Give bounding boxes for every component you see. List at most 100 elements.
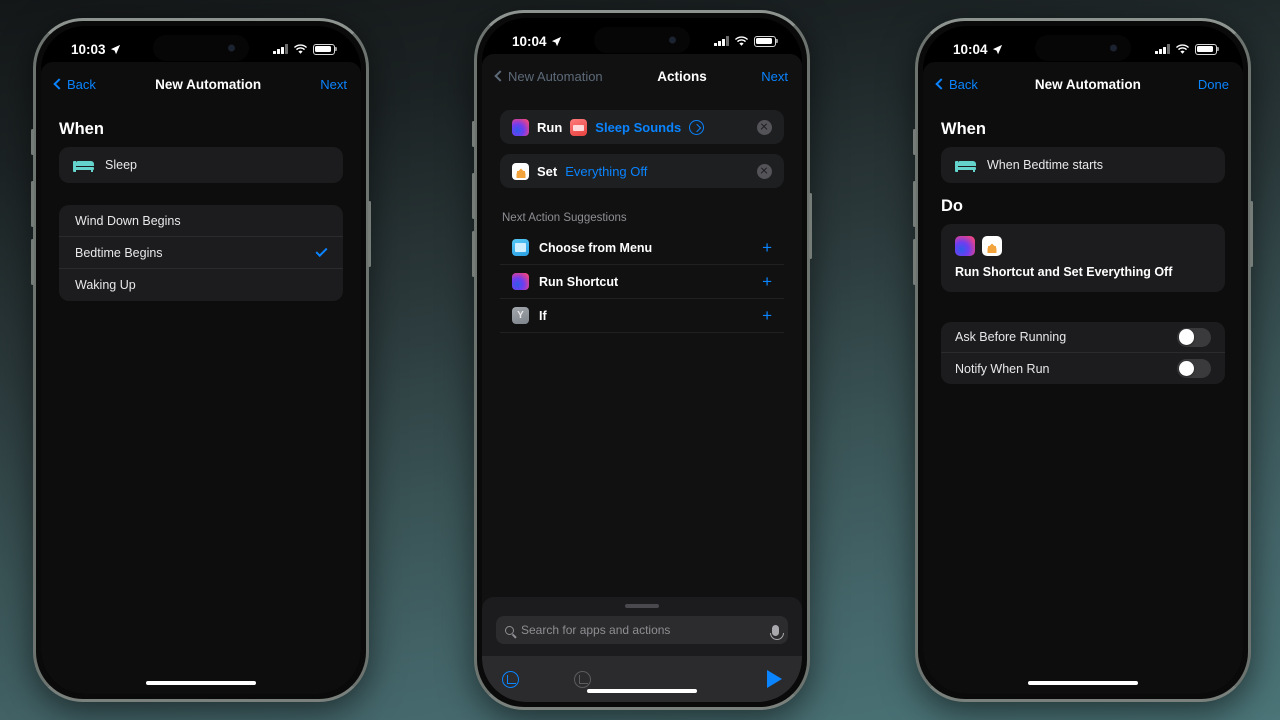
volume-up-button[interactable] [31,181,34,227]
choose-from-menu-icon [512,239,529,256]
sleep-sounds-icon [570,118,588,136]
plus-icon[interactable]: + [762,307,772,324]
do-summary-card[interactable]: Run Shortcut and Set Everything Off [941,224,1225,292]
back-button[interactable]: New Automation [494,68,603,84]
when-trigger-card[interactable]: Sleep [59,147,343,183]
list-item[interactable]: Bedtime Begins [59,237,343,269]
volume-down-button[interactable] [31,239,34,285]
action-item-label[interactable]: Everything Off [565,164,647,179]
battery-icon [1195,43,1217,55]
shortcuts-icon [512,273,529,290]
suggestions-heading: Next Action Suggestions [502,212,627,224]
volume-down-button[interactable] [913,239,916,285]
phone-3-screen: 10:04 Back New Automation Done When When… [923,26,1243,694]
action-row-run[interactable]: Run Sleep Sounds [500,110,784,144]
notify-when-run-switch[interactable] [1177,359,1211,378]
toggle-row-notify-when-run[interactable]: Notify When Run [941,353,1225,384]
status-bar: 10:04 [923,26,1243,66]
search-input[interactable]: Search for apps and actions [496,616,788,644]
remove-circle-icon[interactable] [757,163,772,179]
option-label: Wind Down Begins [75,213,181,228]
chevron-left-icon [494,70,506,82]
sheet-grabber[interactable] [625,604,659,608]
plus-icon[interactable]: + [762,239,772,256]
volume-down-button[interactable] [472,231,475,277]
mute-switch[interactable] [913,129,916,155]
phone-3: 10:04 Back New Automation Done When When… [913,18,1253,702]
phone-1-screen: 10:03 Back New Automation Next When Slee… [41,26,361,694]
suggestion-row[interactable]: Run Shortcut + [500,265,784,299]
home-indicator[interactable] [587,689,697,693]
toggle-row-ask-before-running[interactable]: Ask Before Running [941,322,1225,353]
suggestion-label: If [539,308,547,323]
mute-switch[interactable] [31,129,34,155]
trigger-row[interactable]: When Bedtime starts [941,147,1225,183]
when-heading: When [941,120,986,138]
battery-icon [754,35,776,47]
volume-up-button[interactable] [913,181,916,227]
shortcuts-app-phone-3: Back New Automation Done When When Bedti… [923,62,1243,694]
automation-options-card: Ask Before Running Notify When Run [941,322,1225,384]
toggle-label: Notify When Run [955,361,1050,376]
action-item-label[interactable]: Sleep Sounds [595,120,681,135]
do-heading: Do [941,197,963,215]
chevron-left-icon [935,78,947,90]
location-arrow-icon [110,44,120,54]
if-icon [512,307,529,324]
list-item[interactable]: Wind Down Begins [59,205,343,237]
microphone-icon[interactable] [769,624,784,640]
navigation-bar: New Automation Actions Next [482,54,802,98]
home-indicator[interactable] [1028,681,1138,685]
back-button-label: New Automation [508,68,603,84]
location-arrow-icon [992,44,1002,54]
disclosure-chevron-icon[interactable] [689,119,705,135]
trigger-row[interactable]: Sleep [59,147,343,183]
mute-switch[interactable] [472,121,475,147]
search-sheet: Search for apps and actions [482,597,802,702]
status-time: 10:03 [71,41,106,57]
power-button[interactable] [1250,201,1253,267]
battery-icon [313,43,335,55]
power-button[interactable] [368,201,371,267]
suggestion-row[interactable]: If + [500,299,784,333]
cellular-bars-icon [1155,44,1170,54]
suggestion-row[interactable]: Choose from Menu + [500,231,784,265]
back-button[interactable]: Back [935,77,978,92]
chevron-left-icon [53,78,65,90]
next-button[interactable]: Next [320,77,347,92]
home-icon [512,162,529,180]
action-row-set[interactable]: Set Everything Off [500,154,784,188]
volume-up-button[interactable] [472,173,475,219]
undo-icon[interactable] [502,670,519,688]
wifi-icon [293,43,308,54]
shortcuts-icon [955,236,975,256]
shortcuts-app-phone-1: Back New Automation Next When Sleep Wind… [41,62,361,694]
redo-icon[interactable] [574,670,591,688]
shortcuts-app-phone-2: New Automation Actions Next Run Sleep So… [482,54,802,702]
play-icon[interactable] [767,670,782,688]
done-button[interactable]: Done [1198,77,1229,92]
status-time: 10:04 [512,33,547,49]
home-indicator[interactable] [146,681,256,685]
power-button[interactable] [809,193,812,259]
editor-toolbar [482,656,802,702]
status-bar: 10:04 [482,18,802,58]
back-button[interactable]: Back [53,77,96,92]
plus-icon[interactable]: + [762,273,772,290]
remove-circle-icon[interactable] [757,119,772,135]
action-verb: Run [537,119,563,135]
ask-before-running-switch[interactable] [1177,327,1211,347]
trigger-label: Sleep [105,158,137,172]
checkmark-icon [315,244,328,258]
shortcuts-icon [512,118,529,136]
list-item[interactable]: Waking Up [59,269,343,301]
status-bar: 10:03 [41,26,361,66]
toggle-label: Ask Before Running [955,330,1067,344]
when-trigger-card[interactable]: When Bedtime starts [941,147,1225,183]
cellular-bars-icon [714,36,729,46]
search-placeholder: Search for apps and actions [521,623,671,637]
search-icon [505,625,514,635]
next-button[interactable]: Next [761,69,788,84]
when-heading: When [59,120,104,138]
phone-2-screen: 10:04 New Automation Actions Next Run Sl… [482,18,802,702]
